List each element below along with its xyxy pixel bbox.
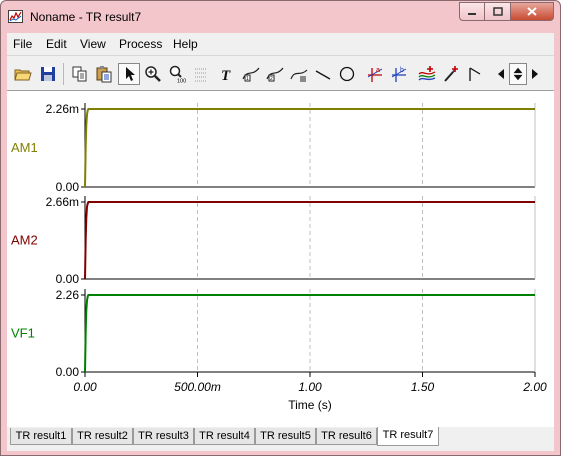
add-marker-icon (444, 66, 458, 82)
paste-button[interactable] (93, 63, 115, 85)
close-icon (527, 7, 537, 16)
add-curve-button[interactable] (416, 63, 438, 85)
series-label-am1: AM1 (11, 140, 38, 155)
svg-text:2: 2 (270, 76, 273, 82)
tab-tr-result4[interactable]: TR result4 (194, 428, 255, 445)
plot-area: 2.26m 0.00 AM1 2.66m 0.00 AM2 2.26 0.00 VF1 0.00 5… (7, 90, 554, 428)
zoom-in-button[interactable] (142, 63, 164, 85)
cursor-a-button[interactable]: a (364, 63, 386, 85)
menu-edit[interactable]: Edit (46, 37, 67, 51)
cursor-b-icon: b (391, 67, 407, 82)
svg-text:1: 1 (246, 76, 249, 82)
curve-label-icon: 1 (242, 67, 260, 82)
y-tick-label-bottom: 0.00 (56, 180, 80, 194)
save-button[interactable] (37, 63, 59, 85)
add-curve-icon (418, 66, 436, 81)
x-axis-title: Time (s) (288, 398, 332, 412)
menu-file[interactable]: File (13, 37, 32, 51)
y-tick-label-bottom: 0.00 (56, 365, 80, 379)
app-window: Noname - TR result7 File Edit View Proce… (0, 0, 561, 456)
grid-icon (195, 68, 207, 82)
scroll-updown-icon (513, 67, 523, 81)
client-area: File Edit View Process Help 100 T 1 2 a … (7, 33, 554, 451)
zoom-100-button[interactable]: 100 (166, 63, 188, 85)
line-icon (315, 70, 331, 80)
caption-buttons (459, 2, 554, 22)
scroll-left-button[interactable] (494, 63, 508, 85)
x-tick-label: 1.50 (411, 380, 435, 394)
svg-text:b: b (400, 67, 404, 74)
minimize-button[interactable] (459, 2, 485, 21)
y-tick-label-top: 2.66m (46, 195, 79, 209)
result-tab-bar: TR result1 TR result2 TR result3 TR resu… (7, 427, 554, 451)
flag-button[interactable] (464, 63, 486, 85)
zoom-100-icon: 100 (169, 65, 186, 84)
save-icon (41, 67, 55, 81)
open-button[interactable] (12, 63, 34, 85)
x-tick-label: 2.00 (522, 380, 547, 394)
pointer-icon (126, 67, 135, 81)
zoom-in-icon (145, 66, 161, 82)
x-tick-label: 1.00 (298, 380, 322, 394)
tab-tr-result7[interactable]: TR result7 (377, 427, 439, 446)
tab-tr-result5[interactable]: TR result5 (255, 428, 316, 445)
y-tick-label-top: 2.26m (46, 102, 79, 116)
y-tick-label-top: 2.26 (56, 288, 80, 302)
series-label-vf1: VF1 (11, 326, 35, 341)
title-bar[interactable]: Noname - TR result7 (1, 1, 560, 33)
pointer-tool-button[interactable] (118, 63, 140, 85)
copy-button[interactable] (69, 63, 91, 85)
x-tick-label: 0.00 (73, 380, 97, 394)
text-icon: T (221, 68, 231, 83)
y-tick-label-bottom: 0.00 (56, 272, 80, 286)
curve-label-3-icon (290, 69, 308, 82)
tab-tr-result6[interactable]: TR result6 (316, 428, 377, 445)
cursor-b-button[interactable]: b (388, 63, 410, 85)
copy-icon (72, 66, 87, 82)
text-tool-button[interactable]: T (216, 63, 238, 85)
tab-tr-result3[interactable]: TR result3 (133, 428, 194, 445)
open-icon (14, 69, 32, 81)
svg-text:a: a (376, 67, 380, 74)
flag-icon (469, 67, 481, 81)
scroll-updown-button[interactable] (509, 63, 527, 85)
menu-help[interactable]: Help (173, 37, 198, 51)
circle-tool-button[interactable] (336, 63, 358, 85)
svg-text:100: 100 (177, 79, 186, 84)
window-title: Noname - TR result7 (30, 10, 142, 24)
paste-icon (96, 66, 112, 83)
svg-text:T: T (221, 68, 231, 83)
add-marker-button[interactable] (440, 63, 462, 85)
toolbar-separator (63, 63, 64, 85)
cursor-a-icon: a (367, 67, 383, 82)
curve-label-2-button[interactable]: 2 (264, 63, 286, 85)
grid-button[interactable] (190, 63, 212, 85)
scroll-right-icon (532, 69, 538, 79)
curve-label-button[interactable]: 1 (240, 63, 262, 85)
menu-view[interactable]: View (80, 37, 106, 51)
scroll-right-button[interactable] (528, 63, 542, 85)
x-tick-label: 500.00m (174, 380, 221, 394)
series-label-am2: AM2 (11, 233, 38, 248)
app-chart-icon (8, 10, 23, 23)
curve-label-2-icon: 2 (266, 67, 284, 82)
scroll-left-icon (498, 69, 504, 79)
tab-tr-result2[interactable]: TR result2 (72, 428, 133, 445)
menu-bar: File Edit View Process Help (7, 33, 554, 55)
curve-label-3-button[interactable] (288, 63, 310, 85)
tab-tr-result1[interactable]: TR result1 (10, 428, 72, 445)
circle-icon (339, 66, 355, 82)
line-tool-button[interactable] (312, 63, 334, 85)
menu-process[interactable]: Process (119, 37, 162, 51)
maximize-button[interactable] (485, 2, 511, 21)
minimize-icon (468, 12, 476, 15)
maximize-icon (492, 7, 503, 16)
close-button[interactable] (511, 2, 554, 21)
diagram-plots: 2.26m0.00AM12.66m0.00AM22.260.00VF10.00 5… (11, 102, 547, 412)
toolbar: 100 T 1 2 a b (7, 55, 554, 90)
